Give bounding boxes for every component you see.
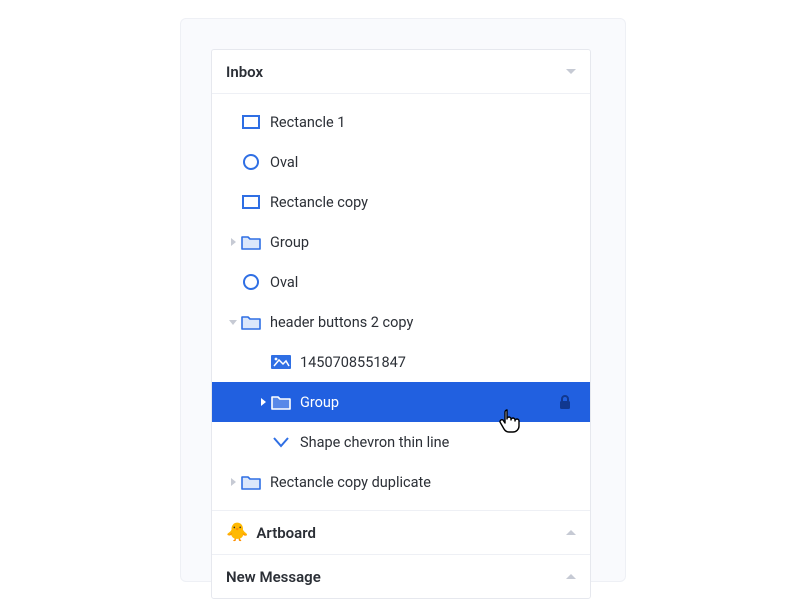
layer-row[interactable]: Group <box>212 222 590 262</box>
layer-row[interactable]: Rectancle copy <box>212 182 590 222</box>
layers-panel: Inbox Rectancle 1 Oval Rectancle copy Group… <box>211 49 591 599</box>
layer-label: Group <box>300 394 339 411</box>
rectangle-icon <box>240 195 262 209</box>
image-icon <box>270 355 292 369</box>
chevron-up-icon <box>566 574 576 579</box>
layer-label: Oval <box>270 154 298 171</box>
chevron-right-icon <box>231 478 236 486</box>
disclosure-toggle[interactable] <box>226 478 240 486</box>
chevron-down-icon <box>229 320 237 325</box>
layer-row[interactable]: Rectancle copy duplicate <box>212 462 590 502</box>
layer-label: Shape chevron thin line <box>300 434 449 451</box>
chevron-right-icon <box>261 398 266 406</box>
chick-icon: 🐥 <box>226 524 248 542</box>
outer-panel: Inbox Rectancle 1 Oval Rectancle copy Group… <box>180 18 626 582</box>
section-inbox[interactable]: Inbox <box>212 50 590 94</box>
disclosure-toggle[interactable] <box>226 238 240 246</box>
oval-icon <box>240 273 262 291</box>
layer-label: Oval <box>270 274 298 291</box>
chevron-right-icon <box>231 238 236 246</box>
layer-label: Group <box>270 234 309 251</box>
layer-row[interactable]: Oval <box>212 142 590 182</box>
oval-icon <box>240 153 262 171</box>
rectangle-icon <box>240 115 262 129</box>
section-title: Artboard <box>256 524 316 542</box>
section-title: New Message <box>226 568 321 586</box>
disclosure-toggle[interactable] <box>226 320 240 325</box>
folder-icon <box>240 474 262 490</box>
layer-row[interactable]: 1450708551847 <box>212 342 590 382</box>
layer-label: header buttons 2 copy <box>270 314 413 331</box>
layer-row[interactable]: header buttons 2 copy <box>212 302 590 342</box>
layer-label: Rectancle copy <box>270 194 368 211</box>
layer-label: Rectancle copy duplicate <box>270 474 431 491</box>
folder-icon <box>240 314 262 330</box>
folder-icon <box>270 394 292 410</box>
disclosure-toggle[interactable] <box>256 398 270 406</box>
folder-icon <box>240 234 262 250</box>
chevron-down-icon <box>566 69 576 74</box>
lock-icon[interactable] <box>558 394 572 410</box>
chevron-icon <box>270 436 292 448</box>
layer-row[interactable]: Oval <box>212 262 590 302</box>
layer-row[interactable]: Rectancle 1 <box>212 102 590 142</box>
layer-row[interactable]: Group <box>212 382 590 422</box>
chevron-up-icon <box>566 530 576 535</box>
layer-row[interactable]: Shape chevron thin line <box>212 422 590 462</box>
section-artboard[interactable]: 🐥 Artboard <box>212 510 590 554</box>
layer-label: 1450708551847 <box>300 354 406 371</box>
layer-label: Rectancle 1 <box>270 114 345 131</box>
layer-tree: Rectancle 1 Oval Rectancle copy Group Oval he… <box>212 94 590 510</box>
section-title: Inbox <box>226 63 263 81</box>
section-new-message[interactable]: New Message <box>212 554 590 598</box>
